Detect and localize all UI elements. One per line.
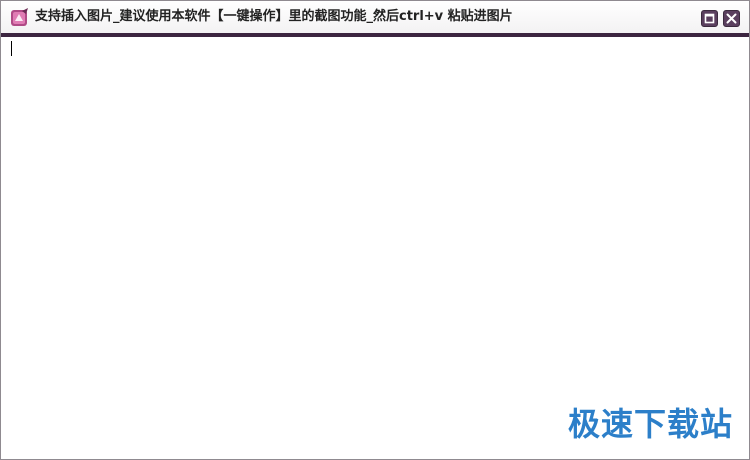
rich-text-editor[interactable] (1, 37, 749, 459)
text-caret (11, 41, 12, 56)
close-icon (724, 11, 739, 26)
maximize-button[interactable] (701, 10, 718, 27)
window-title: 支持插入图片_建议使用本软件【一键操作】里的截图功能_然后ctrl+v 粘贴进图… (35, 9, 513, 24)
title-bar[interactable]: 支持插入图片_建议使用本软件【一键操作】里的截图功能_然后ctrl+v 粘贴进图… (1, 1, 749, 33)
close-button[interactable] (723, 10, 740, 27)
editor-window: 支持插入图片_建议使用本软件【一键操作】里的截图功能_然后ctrl+v 粘贴进图… (0, 0, 750, 460)
maximize-icon (702, 11, 717, 26)
watermark-logo: 极速下载站 (567, 405, 733, 443)
app-icon (10, 8, 30, 28)
